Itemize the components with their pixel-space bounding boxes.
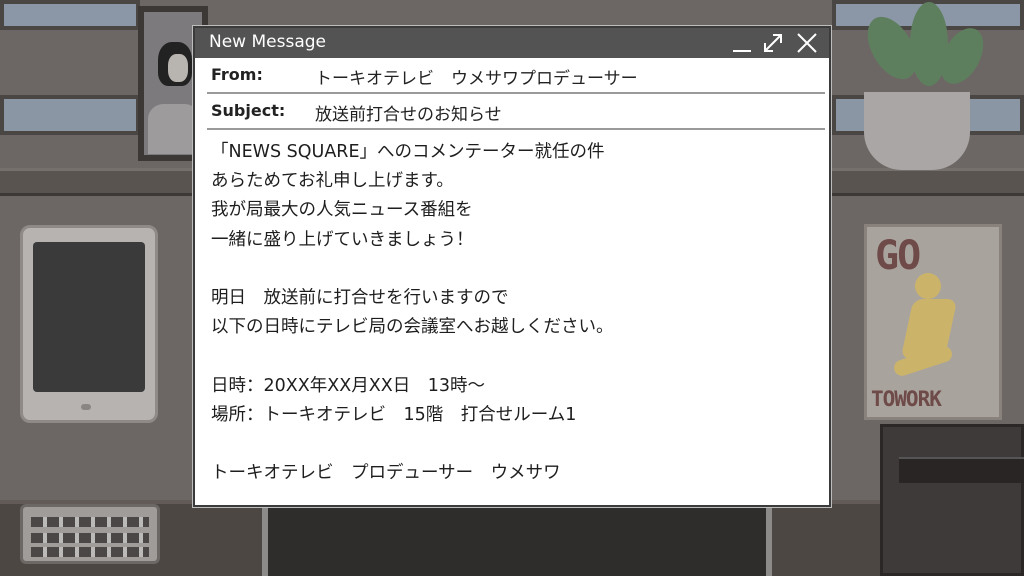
body-line: 我が局最大の人気ニュース番組を	[211, 200, 473, 221]
window-pane	[0, 0, 140, 30]
portrait-face	[168, 54, 188, 82]
keypad-row	[31, 547, 149, 557]
keypad-row	[31, 517, 149, 527]
body-line: 「NEWS SQUARE」へのコメンテーター就任の件	[211, 142, 605, 162]
plant-pot	[864, 92, 970, 170]
subject-label: Subject:	[211, 101, 286, 120]
from-label: From:	[211, 65, 263, 84]
body-line: 日時：20XX年XX月XX日 13時～	[211, 375, 485, 396]
poster-go-text: GO	[875, 233, 921, 279]
subject-row: Subject: 放送前打合せのお知らせ	[207, 94, 825, 130]
poster-towork-text: TOWORK	[871, 387, 942, 411]
printer-slot	[899, 457, 1024, 483]
message-window: New Message From: トーキオテレビ ウメサワプロデューサー Su…	[193, 26, 831, 507]
body-line: 以下の日時にテレビ局の会議室へお越しください。	[211, 317, 614, 338]
message-titlebar[interactable]: New Message	[195, 28, 829, 58]
laptop	[262, 500, 772, 576]
body-line: あらためてお礼申し上げます。	[211, 171, 454, 192]
minimize-icon[interactable]	[733, 50, 751, 52]
from-value: トーキオテレビ ウメサワプロデューサー	[315, 69, 638, 89]
from-row: From: トーキオテレビ ウメサワプロデューサー	[207, 58, 825, 94]
window-pane	[0, 95, 140, 135]
body-line	[211, 430, 811, 459]
maximize-icon[interactable]	[761, 31, 785, 55]
subject-value: 放送前打合せのお知らせ	[315, 105, 502, 125]
body-line: 明日 放送前に打合せを行いますので	[211, 287, 509, 308]
tablet-home-button	[81, 404, 91, 410]
body-line: 場所：トーキオテレビ 15階 打合せルーム1	[211, 404, 577, 425]
tablet-screen	[33, 242, 145, 392]
close-icon[interactable]	[795, 31, 819, 55]
tablet-device	[20, 225, 158, 423]
go-to-work-poster: GO TOWORK	[864, 224, 1002, 420]
runner-head	[915, 273, 941, 299]
body-line	[211, 342, 811, 371]
body-line	[211, 255, 811, 284]
message-body: 「NEWS SQUARE」へのコメンテーター就任の件 あらためてお礼申し上げます…	[211, 138, 811, 488]
window-title: New Message	[209, 32, 326, 52]
calculator	[20, 504, 160, 564]
body-line: 一緒に盛り上げていきましょう！	[211, 229, 474, 250]
body-line: トーキオテレビ プロデューサー ウメサワ	[211, 463, 561, 484]
keypad-row	[31, 533, 149, 543]
printer	[880, 424, 1024, 576]
